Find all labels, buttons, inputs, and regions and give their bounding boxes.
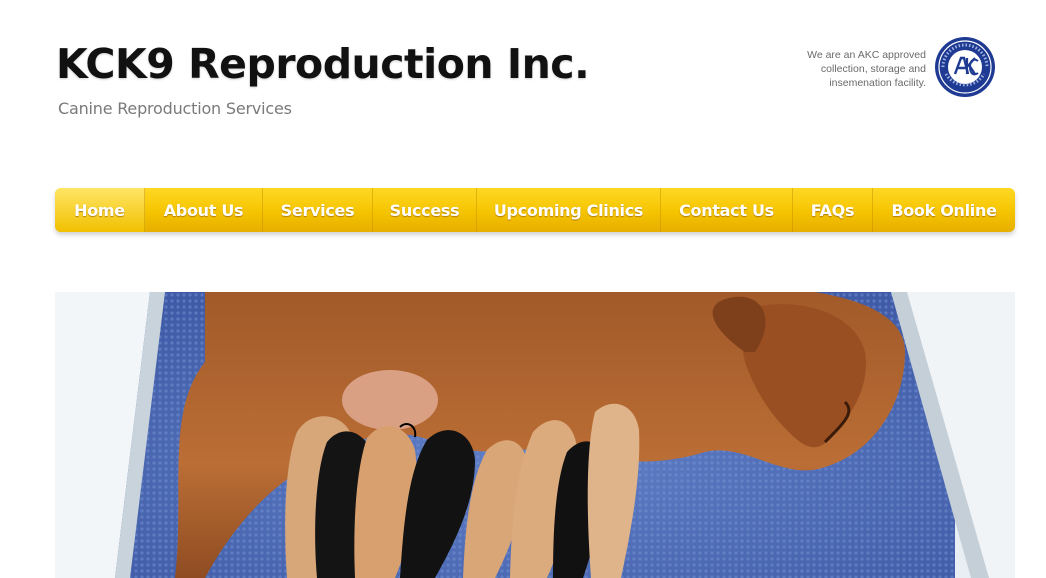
nav-item-upcoming-clinics[interactable]: Upcoming Clinics: [477, 188, 661, 232]
akc-seal-icon[interactable]: [934, 36, 996, 98]
akc-note-line: insemenation facility.: [829, 77, 926, 89]
nav-item-success[interactable]: Success: [373, 188, 477, 232]
hero-image: [55, 292, 1015, 578]
site-title[interactable]: KCK9 Reproduction Inc.: [56, 40, 590, 89]
akc-approval-note: We are an AKC approved collection, stora…: [786, 48, 926, 90]
nav-item-book-online[interactable]: Book Online: [873, 188, 1015, 232]
nav-item-home[interactable]: Home: [55, 188, 145, 232]
akc-note-line: collection, storage and: [820, 63, 926, 75]
main-nav: Home About Us Services Success Upcoming …: [55, 188, 1015, 232]
nav-item-services[interactable]: Services: [263, 188, 373, 232]
site-tagline: Canine Reproduction Services: [58, 99, 292, 118]
akc-note-line: We are an AKC approved: [807, 49, 926, 61]
nav-item-faqs[interactable]: FAQs: [793, 188, 873, 232]
nav-item-about-us[interactable]: About Us: [145, 188, 263, 232]
nav-item-contact-us[interactable]: Contact Us: [661, 188, 793, 232]
nursing-puppies-photo: [55, 292, 1015, 578]
